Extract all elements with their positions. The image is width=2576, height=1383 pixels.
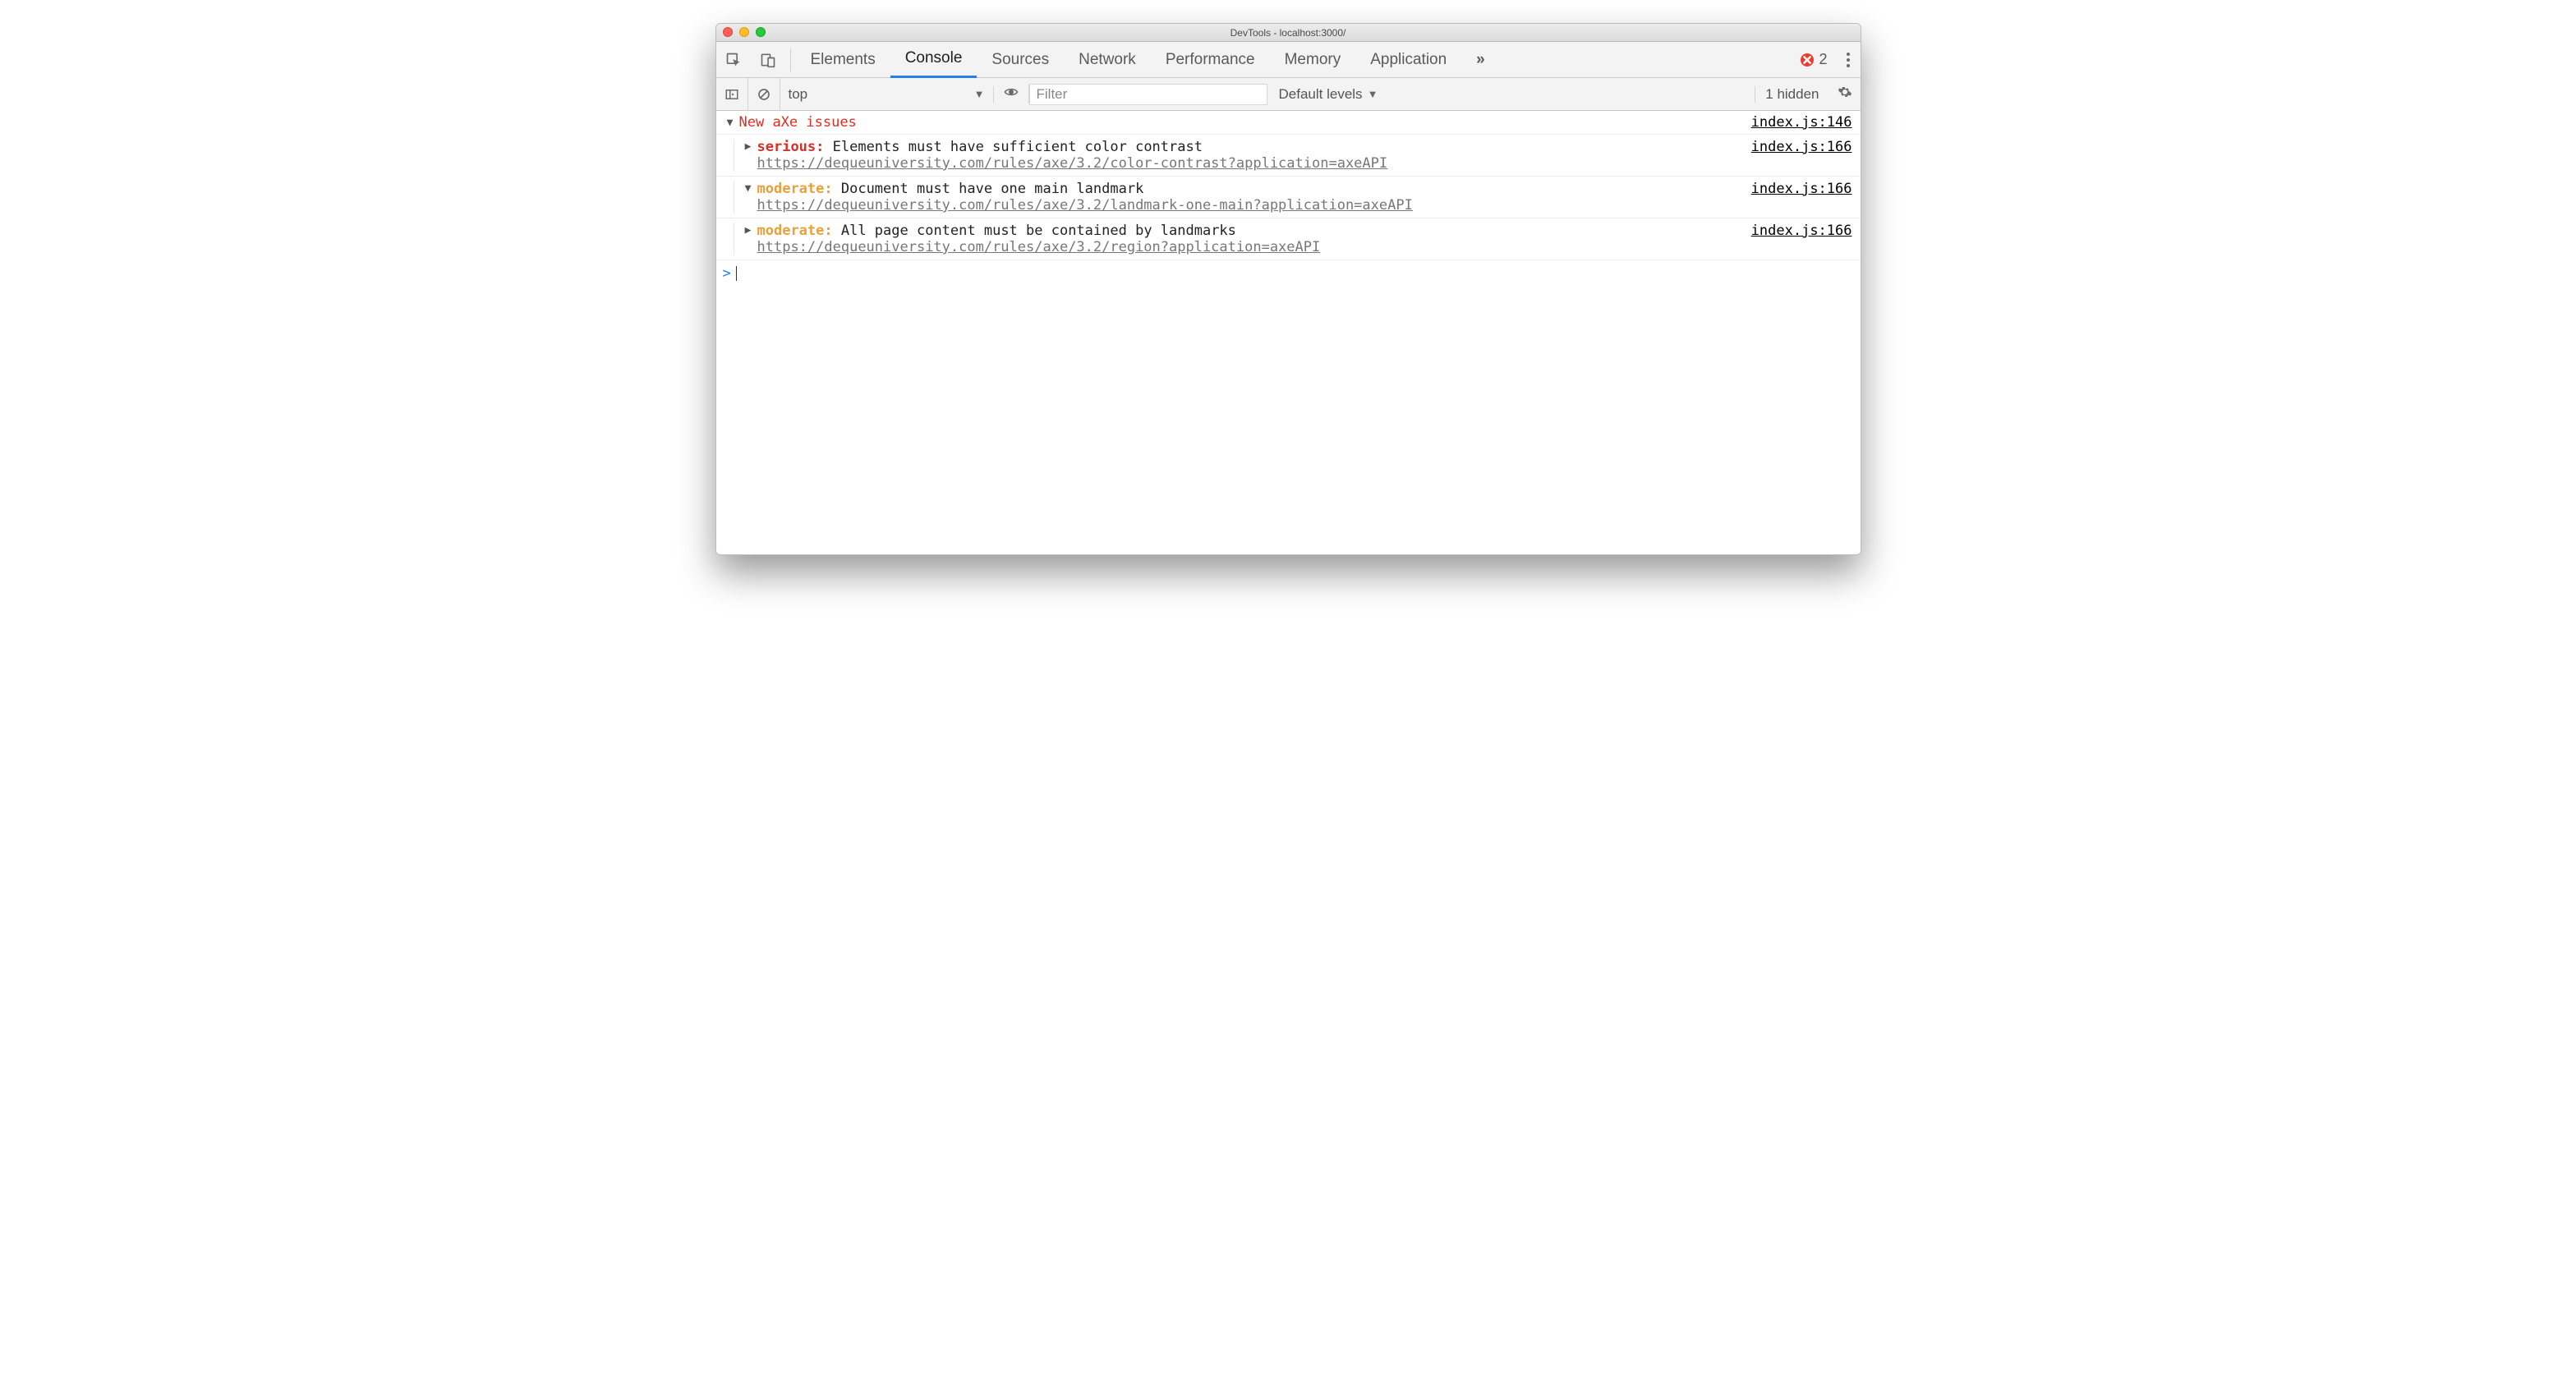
- disclosure-triangle-icon[interactable]: ▼: [743, 182, 754, 195]
- tab-performance[interactable]: Performance: [1151, 42, 1270, 78]
- tab-label: Elements: [811, 51, 876, 69]
- tab-elements[interactable]: Elements: [796, 42, 890, 78]
- source-link[interactable]: index.js:166: [1735, 223, 1852, 255]
- message-body: serious: Elements must have sufficient c…: [757, 139, 1735, 172]
- severity-label: moderate:: [757, 223, 833, 239]
- console-output: ▼ New aXe issues index.js:146 ▶serious: …: [716, 111, 1861, 554]
- error-badge-icon: [1801, 53, 1814, 67]
- source-link[interactable]: index.js:166: [1735, 139, 1852, 172]
- minimize-window-icon[interactable]: [739, 27, 749, 37]
- message-gutter: [716, 181, 734, 214]
- tabs-overflow-icon[interactable]: »: [1461, 51, 1500, 69]
- disclosure-triangle-icon[interactable]: ▶: [743, 224, 754, 237]
- source-link[interactable]: index.js:166: [1735, 181, 1852, 214]
- titlebar: DevTools - localhost:3000/: [716, 24, 1861, 42]
- tab-label: Application: [1370, 51, 1447, 69]
- log-level-label: Default levels: [1279, 86, 1363, 103]
- message-body: moderate: Document must have one main la…: [757, 181, 1735, 214]
- rule-help-link[interactable]: https://dequeuniversity.com/rules/axe/3.…: [757, 155, 1388, 172]
- log-level-selector[interactable]: Default levels ▼: [1267, 86, 1390, 103]
- tabs-row: Elements Console Sources Network Performance…: [716, 42, 1861, 78]
- tab-console[interactable]: Console: [890, 42, 978, 78]
- error-count: 2: [1819, 51, 1827, 68]
- console-message: ▼moderate: Document must have one main l…: [716, 177, 1861, 218]
- message-text: Document must have one main landmark: [833, 181, 1144, 197]
- disclosure-triangle-icon[interactable]: ▼: [724, 117, 736, 129]
- divider: [790, 48, 791, 71]
- message-text: All page content must be contained by la…: [833, 223, 1236, 239]
- tab-label: Memory: [1285, 51, 1341, 69]
- console-filter-input[interactable]: [1029, 84, 1267, 105]
- console-toolbar: top ▼ Default levels ▼ 1 hidden: [716, 78, 1861, 111]
- disclosure-triangle-icon[interactable]: ▶: [743, 140, 754, 153]
- message-gutter: [716, 139, 734, 172]
- console-settings-icon[interactable]: [1829, 85, 1861, 103]
- inspect-element-icon[interactable]: [716, 42, 751, 78]
- hidden-messages-count[interactable]: 1 hidden: [1755, 86, 1828, 103]
- execution-context-label: top: [789, 86, 808, 103]
- device-toolbar-icon[interactable]: [751, 42, 785, 78]
- settings-menu-icon[interactable]: [1836, 53, 1861, 67]
- dropdown-triangle-icon: ▼: [974, 88, 985, 100]
- prompt-chevron-icon: >: [723, 265, 731, 282]
- dropdown-triangle-icon: ▼: [1368, 88, 1378, 100]
- tab-memory[interactable]: Memory: [1270, 42, 1356, 78]
- severity-label: moderate:: [757, 181, 833, 197]
- text-cursor: [736, 266, 737, 281]
- close-window-icon[interactable]: [723, 27, 733, 37]
- window-title: DevTools - localhost:3000/: [1230, 27, 1346, 39]
- message-gutter: [716, 223, 734, 255]
- zoom-window-icon[interactable]: [756, 27, 766, 37]
- source-link[interactable]: index.js:146: [1735, 114, 1852, 131]
- message-text: Elements must have sufficient color cont…: [824, 139, 1203, 155]
- error-counter[interactable]: 2: [1801, 51, 1835, 68]
- console-group-header[interactable]: ▼ New aXe issues index.js:146: [716, 111, 1861, 135]
- tab-label: Console: [905, 49, 963, 67]
- tab-label: Network: [1079, 51, 1136, 69]
- rule-help-link[interactable]: https://dequeuniversity.com/rules/axe/3.…: [757, 197, 1413, 214]
- tab-application[interactable]: Application: [1355, 42, 1461, 78]
- tab-label: Sources: [991, 51, 1049, 69]
- tab-network[interactable]: Network: [1064, 42, 1151, 78]
- toggle-console-sidebar-icon[interactable]: [716, 78, 748, 111]
- console-message: ▶serious: Elements must have sufficient …: [716, 135, 1861, 177]
- message-body: moderate: All page content must be conta…: [757, 223, 1735, 255]
- severity-label: serious:: [757, 139, 825, 155]
- console-message: ▶moderate: All page content must be cont…: [716, 218, 1861, 260]
- execution-context-selector[interactable]: top ▼: [780, 86, 994, 103]
- console-prompt[interactable]: >: [716, 260, 1861, 287]
- live-expression-icon[interactable]: [994, 85, 1029, 103]
- rule-help-link[interactable]: https://dequeuniversity.com/rules/axe/3.…: [757, 239, 1321, 255]
- tab-sources[interactable]: Sources: [977, 42, 1064, 78]
- group-title: New aXe issues: [739, 114, 857, 131]
- tab-label: Performance: [1166, 51, 1255, 69]
- traffic-lights: [723, 27, 766, 37]
- clear-console-icon[interactable]: [748, 78, 780, 111]
- devtools-window: DevTools - localhost:3000/ Elements Conso…: [715, 23, 1861, 555]
